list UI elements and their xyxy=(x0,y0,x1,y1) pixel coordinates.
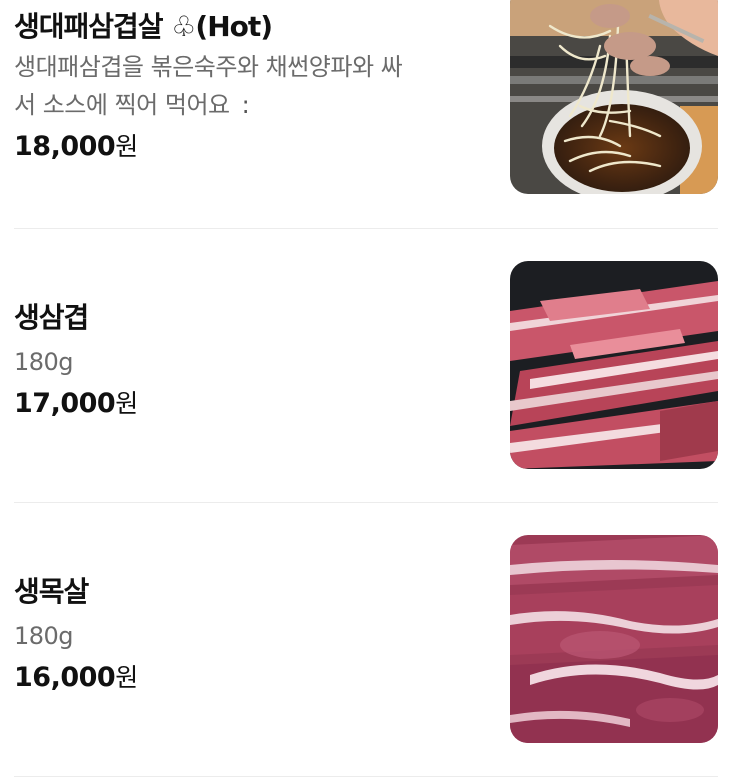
more-icon[interactable]: : xyxy=(242,86,250,124)
menu-item-image[interactable] xyxy=(510,535,718,743)
menu-item-saengsamgyeop[interactable]: 생삼겹 180g 17,000원 xyxy=(14,229,718,502)
menu-item-price: 17,000원 xyxy=(14,388,138,419)
menu-item-image[interactable] xyxy=(510,261,718,469)
menu-item-name: 생삼겹 xyxy=(14,301,89,334)
menu-item-description: 180g xyxy=(14,622,74,650)
menu-item-price: 18,000원 xyxy=(14,131,138,162)
menu-item-description: 생대패삼겹을 볶은숙주와 채썬양파와 싸 서 소스에 찍어 먹어요: xyxy=(14,48,484,124)
menu-item-saengdaepae-samgyeopsal[interactable]: 생대패삼겹살 ♧(Hot) 생대패삼겹을 볶은숙주와 채썬양파와 싸 서 소스에… xyxy=(14,0,718,228)
pork-belly-photo xyxy=(510,261,718,469)
menu-item-price: 16,000원 xyxy=(14,662,138,693)
pork-neck-photo xyxy=(510,535,718,743)
menu-item-description-line: 서 소스에 찍어 먹어요: xyxy=(14,86,484,124)
divider xyxy=(14,776,718,777)
menu-item-name: 생목살 xyxy=(14,575,89,608)
menu-item-description-line: 생대패삼겹을 볶은숙주와 채썬양파와 싸 xyxy=(14,53,403,81)
menu-item-description: 180g xyxy=(14,348,74,376)
menu-item-image[interactable] xyxy=(510,0,718,194)
menu-item-saengmoksal[interactable]: 생목살 180g 16,000원 xyxy=(14,503,718,778)
menu-item-name: 생대패삼겹살 ♧(Hot) xyxy=(14,10,273,43)
bean-sprouts-pork-photo xyxy=(510,0,718,194)
